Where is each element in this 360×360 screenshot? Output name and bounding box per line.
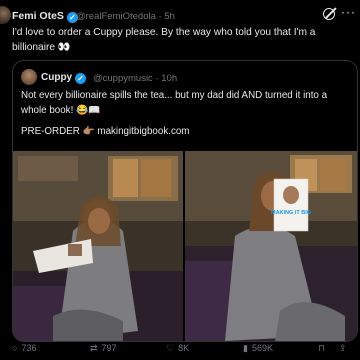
photo-2-image: MAKING IT BIG (185, 151, 357, 341)
separator-dot: · (155, 73, 159, 84)
media-photo-1[interactable] (13, 151, 183, 341)
reply-icon: ○ (12, 343, 18, 353)
quote-cta[interactable]: PRE-ORDER 👉🏽 makingitbigbook.com (21, 126, 189, 137)
repost-icon: ⇄ (90, 343, 98, 353)
author-avatar[interactable] (0, 6, 11, 24)
quoted-tweet-card[interactable]: Cuppy ✓ @cuppymusic · 10h Not every billi… (12, 60, 358, 342)
more-icon[interactable]: ··· (341, 5, 356, 19)
repost-count: 797 (101, 343, 117, 353)
separator-dot: · (158, 11, 162, 22)
repost-button[interactable]: ⇄ 797 (90, 343, 117, 354)
action-bar: ○ 736 ⇄ 797 ♡ 8K ▮ 569K ⊓ ⇪ (0, 343, 360, 357)
reply-count: 736 (21, 343, 37, 353)
media-photo-2[interactable]: MAKING IT BIG (185, 151, 357, 341)
heart-icon: ♡ (166, 343, 175, 353)
quote-text: Not every billionaire spills the tea... … (21, 90, 328, 116)
views-count: 569K (251, 343, 273, 353)
quote-handle-line[interactable]: @cuppymusic · 10h (93, 73, 177, 84)
bookmark-icon: ⊓ (318, 343, 326, 353)
author-name-text[interactable]: Femi OteS (12, 10, 64, 22)
reply-button[interactable]: ○ 736 (12, 343, 36, 353)
quote-time[interactable]: 10h (161, 73, 177, 84)
tweet-time[interactable]: 5h (164, 11, 175, 22)
views-button[interactable]: ▮ 569K (243, 343, 273, 354)
verified-badge-icon: ✓ (75, 73, 87, 84)
share-button[interactable]: ⇪ (339, 343, 351, 354)
photo-1-image (13, 151, 183, 341)
like-count: 8K (178, 343, 190, 353)
book-cover-text: MAKING IT BIG (271, 210, 311, 216)
views-icon: ▮ (243, 343, 248, 353)
quote-author-name-text[interactable]: Cuppy (41, 72, 72, 83)
grok-icon[interactable] (323, 8, 335, 20)
quote-author-name[interactable]: Cuppy ✓ (41, 72, 87, 84)
share-icon: ⇪ (339, 343, 347, 353)
author-handle-line[interactable]: @realFemiOtedola · 5h (76, 11, 175, 22)
tweet-text: I'd love to order a Cuppy please. By the… (12, 27, 316, 53)
author-name[interactable]: Femi OteS ✓ (12, 10, 78, 23)
quote-author-handle[interactable]: @cuppymusic (93, 73, 153, 84)
bookmark-button[interactable]: ⊓ (318, 343, 329, 354)
author-handle[interactable]: @realFemiOtedola (76, 11, 156, 22)
quote-author-avatar[interactable] (21, 69, 37, 85)
like-button[interactable]: ♡ 8K (166, 343, 189, 354)
